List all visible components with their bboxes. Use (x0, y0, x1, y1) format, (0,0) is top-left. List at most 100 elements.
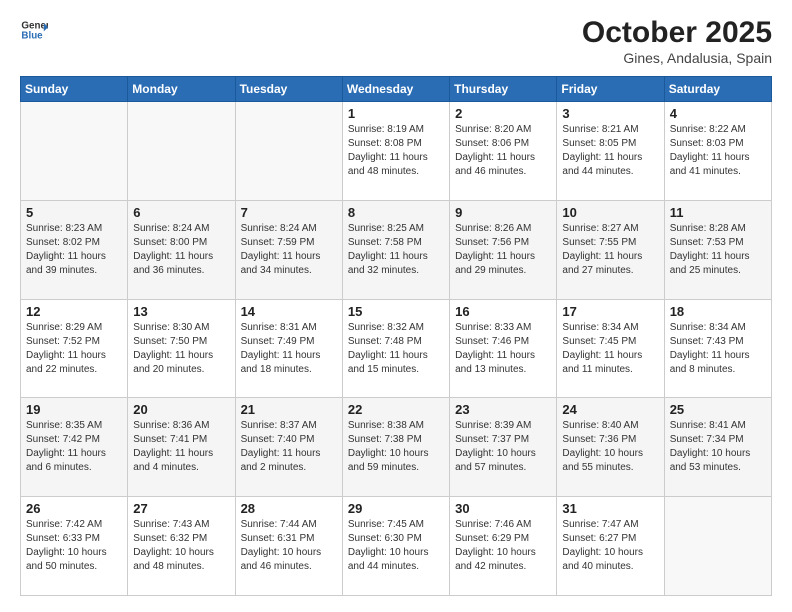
day-number: 9 (455, 205, 551, 220)
day-number: 14 (241, 304, 337, 319)
day-info: Sunrise: 7:47 AM Sunset: 6:27 PM Dayligh… (562, 518, 658, 574)
day-number: 7 (241, 205, 337, 220)
day-number: 26 (26, 501, 122, 516)
calendar-cell: 15Sunrise: 8:32 AM Sunset: 7:48 PM Dayli… (342, 299, 449, 398)
calendar-cell: 16 Sunrise: 8:33 AM Sunset: 7:46 PM Dayli… (450, 299, 557, 398)
day-number: 15 (348, 304, 444, 319)
day-number: 18 (670, 304, 766, 319)
day-info: Sunrise: 8:34 AM Sunset: 7:45 PM Dayligh… (562, 321, 658, 377)
day-number: 29 (348, 501, 444, 516)
day-number: 22 (348, 402, 444, 417)
day-info: Sunrise: 7:45 AM Sunset: 6:30 PM Dayligh… (348, 518, 444, 574)
subtitle: Gines, Andalusia, Spain (582, 50, 772, 66)
day-number: 17 (562, 304, 658, 319)
calendar-cell: 28 Sunrise: 7:44 AM Sunset: 6:31 PM Dayli… (235, 497, 342, 596)
calendar-cell: 9Sunrise: 8:26 AM Sunset: 7:56 PM Daylig… (450, 200, 557, 299)
calendar-cell: 18 Sunrise: 8:34 AM Sunset: 7:43 PM Dayli… (664, 299, 771, 398)
calendar-cell: 19Sunrise: 8:35 AM Sunset: 7:42 PM Dayli… (21, 398, 128, 497)
calendar-cell: 31 Sunrise: 7:47 AM Sunset: 6:27 PM Dayli… (557, 497, 664, 596)
col-wednesday: Wednesday (342, 77, 449, 102)
calendar-cell (664, 497, 771, 596)
day-info: Sunrise: 8:33 AM Sunset: 7:46 PM Dayligh… (455, 321, 551, 377)
calendar-cell: 4 Sunrise: 8:22 AM Sunset: 8:03 PM Daylig… (664, 102, 771, 201)
day-number: 2 (455, 106, 551, 121)
col-friday: Friday (557, 77, 664, 102)
day-number: 13 (133, 304, 229, 319)
day-info: Sunrise: 7:46 AM Sunset: 6:29 PM Dayligh… (455, 518, 551, 574)
day-number: 6 (133, 205, 229, 220)
calendar-cell: 29 Sunrise: 7:45 AM Sunset: 6:30 PM Dayli… (342, 497, 449, 596)
day-info: Sunrise: 8:21 AM Sunset: 8:05 PM Dayligh… (562, 123, 658, 179)
day-number: 5 (26, 205, 122, 220)
day-info: Sunrise: 8:34 AM Sunset: 7:43 PM Dayligh… (670, 321, 766, 377)
calendar-cell: 13 Sunrise: 8:30 AM Sunset: 7:50 PM Dayli… (128, 299, 235, 398)
calendar-week-3: 19Sunrise: 8:35 AM Sunset: 7:42 PM Dayli… (21, 398, 772, 497)
col-tuesday: Tuesday (235, 77, 342, 102)
day-info: Sunrise: 7:44 AM Sunset: 6:31 PM Dayligh… (241, 518, 337, 574)
calendar-week-0: 1 Sunrise: 8:19 AM Sunset: 8:08 PM Daylig… (21, 102, 772, 201)
day-number: 11 (670, 205, 766, 220)
day-info: Sunrise: 7:43 AM Sunset: 6:32 PM Dayligh… (133, 518, 229, 574)
logo: General Blue (20, 16, 48, 44)
day-number: 24 (562, 402, 658, 417)
calendar-week-1: 5 Sunrise: 8:23 AM Sunset: 8:02 PM Daylig… (21, 200, 772, 299)
day-info: Sunrise: 8:35 AM Sunset: 7:42 PM Dayligh… (26, 419, 122, 475)
day-number: 8 (348, 205, 444, 220)
calendar-cell (235, 102, 342, 201)
day-number: 20 (133, 402, 229, 417)
day-number: 27 (133, 501, 229, 516)
day-info: Sunrise: 8:38 AM Sunset: 7:38 PM Dayligh… (348, 419, 444, 475)
calendar-cell: 8 Sunrise: 8:25 AM Sunset: 7:58 PM Daylig… (342, 200, 449, 299)
col-saturday: Saturday (664, 77, 771, 102)
day-number: 28 (241, 501, 337, 516)
calendar-cell: 2Sunrise: 8:20 AM Sunset: 8:06 PM Daylig… (450, 102, 557, 201)
svg-text:Blue: Blue (21, 30, 43, 41)
calendar-table: Sunday Monday Tuesday Wednesday Thursday… (20, 76, 772, 596)
calendar-cell: 26 Sunrise: 7:42 AM Sunset: 6:33 PM Dayli… (21, 497, 128, 596)
calendar-cell: 3 Sunrise: 8:21 AM Sunset: 8:05 PM Daylig… (557, 102, 664, 201)
day-number: 21 (241, 402, 337, 417)
day-info: Sunrise: 8:29 AM Sunset: 7:52 PM Dayligh… (26, 321, 122, 377)
calendar-cell: 12 Sunrise: 8:29 AM Sunset: 7:52 PM Dayli… (21, 299, 128, 398)
calendar-cell: 11 Sunrise: 8:28 AM Sunset: 7:53 PM Dayli… (664, 200, 771, 299)
day-number: 1 (348, 106, 444, 121)
day-info: Sunrise: 8:37 AM Sunset: 7:40 PM Dayligh… (241, 419, 337, 475)
col-monday: Monday (128, 77, 235, 102)
day-number: 16 (455, 304, 551, 319)
day-info: Sunrise: 8:25 AM Sunset: 7:58 PM Dayligh… (348, 222, 444, 278)
day-info: Sunrise: 8:36 AM Sunset: 7:41 PM Dayligh… (133, 419, 229, 475)
day-number: 30 (455, 501, 551, 516)
calendar-week-2: 12 Sunrise: 8:29 AM Sunset: 7:52 PM Dayli… (21, 299, 772, 398)
col-thursday: Thursday (450, 77, 557, 102)
day-info: Sunrise: 8:41 AM Sunset: 7:34 PM Dayligh… (670, 419, 766, 475)
calendar-cell: 27 Sunrise: 7:43 AM Sunset: 6:32 PM Dayli… (128, 497, 235, 596)
calendar-cell: 10 Sunrise: 8:27 AM Sunset: 7:55 PM Dayli… (557, 200, 664, 299)
calendar-cell: 7 Sunrise: 8:24 AM Sunset: 7:59 PM Daylig… (235, 200, 342, 299)
day-info: Sunrise: 8:27 AM Sunset: 7:55 PM Dayligh… (562, 222, 658, 278)
calendar-cell: 17 Sunrise: 8:34 AM Sunset: 7:45 PM Dayli… (557, 299, 664, 398)
calendar-cell: 14 Sunrise: 8:31 AM Sunset: 7:49 PM Dayli… (235, 299, 342, 398)
day-info: Sunrise: 8:24 AM Sunset: 7:59 PM Dayligh… (241, 222, 337, 278)
day-info: Sunrise: 8:19 AM Sunset: 8:08 PM Dayligh… (348, 123, 444, 179)
day-number: 10 (562, 205, 658, 220)
logo-icon: General Blue (20, 16, 48, 44)
calendar-cell: 6 Sunrise: 8:24 AM Sunset: 8:00 PM Daylig… (128, 200, 235, 299)
day-number: 4 (670, 106, 766, 121)
day-info: Sunrise: 7:42 AM Sunset: 6:33 PM Dayligh… (26, 518, 122, 574)
col-sunday: Sunday (21, 77, 128, 102)
calendar-week-4: 26 Sunrise: 7:42 AM Sunset: 6:33 PM Dayli… (21, 497, 772, 596)
day-info: Sunrise: 8:31 AM Sunset: 7:49 PM Dayligh… (241, 321, 337, 377)
day-number: 31 (562, 501, 658, 516)
calendar-cell: 1 Sunrise: 8:19 AM Sunset: 8:08 PM Daylig… (342, 102, 449, 201)
day-number: 3 (562, 106, 658, 121)
calendar-cell (128, 102, 235, 201)
calendar-cell: 21 Sunrise: 8:37 AM Sunset: 7:40 PM Dayli… (235, 398, 342, 497)
calendar-cell: 25Sunrise: 8:41 AM Sunset: 7:34 PM Dayli… (664, 398, 771, 497)
day-info: Sunrise: 8:24 AM Sunset: 8:00 PM Dayligh… (133, 222, 229, 278)
day-number: 12 (26, 304, 122, 319)
day-info: Sunrise: 8:30 AM Sunset: 7:50 PM Dayligh… (133, 321, 229, 377)
day-info: Sunrise: 8:28 AM Sunset: 7:53 PM Dayligh… (670, 222, 766, 278)
calendar-cell: 24Sunrise: 8:40 AM Sunset: 7:36 PM Dayli… (557, 398, 664, 497)
day-info: Sunrise: 8:23 AM Sunset: 8:02 PM Dayligh… (26, 222, 122, 278)
day-info: Sunrise: 8:22 AM Sunset: 8:03 PM Dayligh… (670, 123, 766, 179)
